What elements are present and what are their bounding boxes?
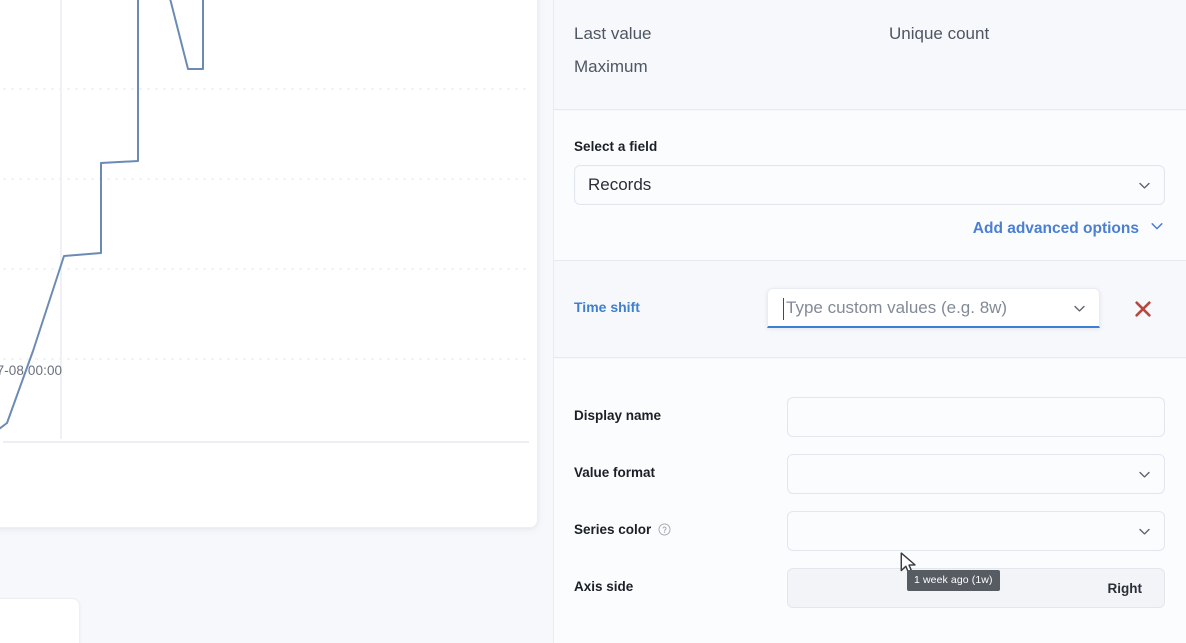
add-advanced-options-button[interactable]: Add advanced options <box>973 219 1164 238</box>
text-caret <box>783 298 784 320</box>
field-combobox-value: Records <box>588 175 652 194</box>
axis-side-label: Axis side <box>574 579 634 594</box>
function-option-maximum[interactable]: Maximum <box>574 57 648 77</box>
chart-container: 07-08 00:00 <box>0 0 537 527</box>
chevron-down-icon <box>1150 219 1164 238</box>
time-shift-label[interactable]: Time shift <box>574 299 640 315</box>
field-section: Select a field Records Add advanced opti… <box>554 111 1186 261</box>
function-list-section: Last value Maximum Unique count <box>554 0 1186 110</box>
appearance-section: Display name Value format Series color A… <box>554 359 1186 643</box>
display-name-label: Display name <box>574 408 662 423</box>
time-shift-combobox[interactable]: Type custom values (e.g. 8w) <box>767 288 1100 328</box>
axis-side-selected-value: Right <box>1107 580 1143 596</box>
series-color-label-text: Series color <box>574 522 652 537</box>
chart-panel-card[interactable]: 07-08 00:00 <box>0 0 538 528</box>
display-name-input[interactable] <box>787 397 1165 437</box>
axis-side-row: Axis side Right <box>574 568 1165 608</box>
function-option-unique-count[interactable]: Unique count <box>889 24 989 44</box>
hover-tooltip: 1 week ago (1w) <box>907 570 1000 591</box>
add-advanced-options-label: Add advanced options <box>972 219 1139 237</box>
value-format-row: Value format <box>574 454 1165 494</box>
series-color-picker[interactable] <box>787 511 1165 551</box>
series-color-label: Series color <box>574 522 671 537</box>
display-name-row: Display name <box>574 397 1165 437</box>
field-combobox[interactable]: Records <box>574 165 1165 205</box>
value-format-select[interactable] <box>787 454 1165 494</box>
line-chart-svg <box>0 0 529 443</box>
chart-workspace: 07-08 00:00 <box>0 0 553 643</box>
secondary-panel-card[interactable] <box>0 598 80 643</box>
help-circle-icon[interactable] <box>658 523 671 536</box>
series-color-row: Series color <box>574 511 1165 551</box>
chevron-down-icon <box>1138 525 1151 538</box>
chevron-down-icon <box>1138 179 1151 192</box>
chart-x-tick-label: 07-08 00:00 <box>0 363 63 378</box>
time-shift-placeholder: Type custom values (e.g. 8w) <box>786 297 1008 317</box>
cross-icon <box>1135 301 1151 317</box>
time-shift-remove-button[interactable] <box>1132 298 1154 320</box>
chevron-down-icon[interactable] <box>1073 302 1086 315</box>
chart-gridlines <box>3 88 529 360</box>
chevron-down-icon <box>1138 468 1151 481</box>
app-root: 07-08 00:00 Last value Maximum Unique co… <box>0 0 1186 643</box>
function-option-last-value[interactable]: Last value <box>574 24 652 44</box>
select-a-field-label: Select a field <box>574 139 658 154</box>
time-shift-section: Time shift Type custom values (e.g. 8w) <box>554 262 1186 358</box>
value-format-label: Value format <box>574 465 656 480</box>
dimension-config-panel: Last value Maximum Unique count Select a… <box>553 0 1186 643</box>
